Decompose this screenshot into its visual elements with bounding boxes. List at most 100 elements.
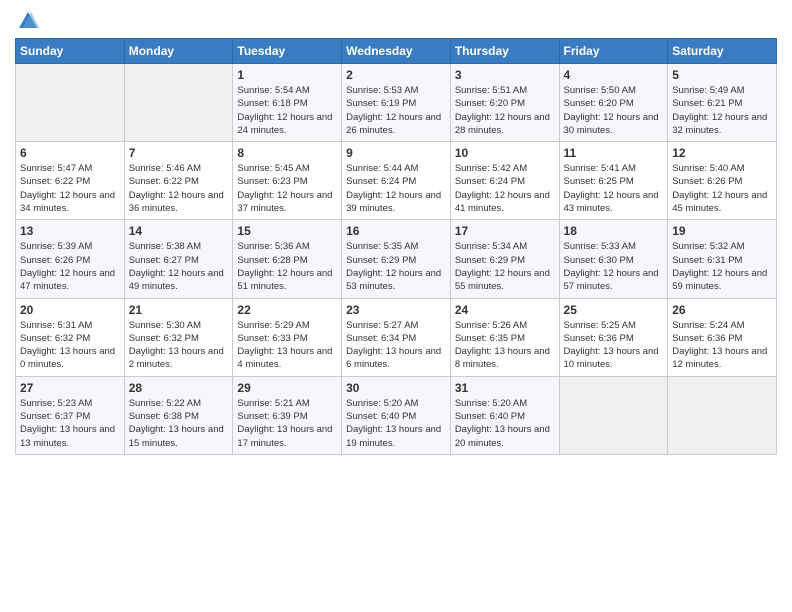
day-info: Sunrise: 5:23 AM Sunset: 6:37 PM Dayligh… <box>20 397 120 450</box>
calendar-cell: 10Sunrise: 5:42 AM Sunset: 6:24 PM Dayli… <box>450 142 559 220</box>
day-number: 21 <box>129 303 229 317</box>
day-info: Sunrise: 5:38 AM Sunset: 6:27 PM Dayligh… <box>129 240 229 293</box>
day-info: Sunrise: 5:22 AM Sunset: 6:38 PM Dayligh… <box>129 397 229 450</box>
calendar-cell: 31 Sunrise: 5:20 AM Sunset: 6:40 PM Dayli… <box>450 376 559 454</box>
day-of-week-header: Sunday <box>16 39 125 64</box>
calendar-cell: 17 Sunrise: 5:34 AM Sunset: 6:29 PM Dayli… <box>450 220 559 298</box>
calendar-cell: 19 Sunrise: 5:32 AM Sunset: 6:31 PM Dayli… <box>668 220 777 298</box>
day-number: 17 <box>455 224 555 238</box>
calendar-cell: 20 Sunrise: 5:31 AM Sunset: 6:32 PM Dayli… <box>16 298 125 376</box>
calendar-cell: 14 Sunrise: 5:38 AM Sunset: 6:27 PM Dayli… <box>124 220 233 298</box>
day-info: Sunrise: 5:51 AM Sunset: 6:20 PM Dayligh… <box>455 84 555 137</box>
calendar-cell: 11 Sunrise: 5:41 AM Sunset: 6:25 PM Dayli… <box>559 142 668 220</box>
calendar-cell: 26Sunrise: 5:24 AM Sunset: 6:36 PM Dayli… <box>668 298 777 376</box>
day-info: Sunrise: 5:50 AM Sunset: 6:20 PM Dayligh… <box>564 84 664 137</box>
day-info: Sunrise: 5:32 AM Sunset: 6:31 PM Dayligh… <box>672 240 772 293</box>
calendar-week-row: 13Sunrise: 5:39 AM Sunset: 6:26 PM Dayli… <box>16 220 777 298</box>
day-of-week-header: Thursday <box>450 39 559 64</box>
day-number: 18 <box>564 224 664 238</box>
day-number: 5 <box>672 68 772 82</box>
calendar-week-row: 1Sunrise: 5:54 AM Sunset: 6:18 PM Daylig… <box>16 64 777 142</box>
day-number: 20 <box>20 303 120 317</box>
day-info: Sunrise: 5:24 AM Sunset: 6:36 PM Dayligh… <box>672 319 772 372</box>
calendar-cell <box>668 376 777 454</box>
calendar-week-row: 27 Sunrise: 5:23 AM Sunset: 6:37 PM Dayli… <box>16 376 777 454</box>
day-of-week-header: Saturday <box>668 39 777 64</box>
calendar-cell: 1Sunrise: 5:54 AM Sunset: 6:18 PM Daylig… <box>233 64 342 142</box>
calendar-cell: 15 Sunrise: 5:36 AM Sunset: 6:28 PM Dayli… <box>233 220 342 298</box>
day-number: 9 <box>346 146 446 160</box>
logo-icon <box>17 10 39 32</box>
calendar-body: 1Sunrise: 5:54 AM Sunset: 6:18 PM Daylig… <box>16 64 777 455</box>
calendar-cell: 12 Sunrise: 5:40 AM Sunset: 6:26 PM Dayli… <box>668 142 777 220</box>
day-info: Sunrise: 5:36 AM Sunset: 6:28 PM Dayligh… <box>237 240 337 293</box>
calendar-cell: 8 Sunrise: 5:45 AM Sunset: 6:23 PM Daylig… <box>233 142 342 220</box>
day-info: Sunrise: 5:53 AM Sunset: 6:19 PM Dayligh… <box>346 84 446 137</box>
calendar-cell: 3 Sunrise: 5:51 AM Sunset: 6:20 PM Daylig… <box>450 64 559 142</box>
calendar-cell: 7 Sunrise: 5:46 AM Sunset: 6:22 PM Daylig… <box>124 142 233 220</box>
day-info: Sunrise: 5:35 AM Sunset: 6:29 PM Dayligh… <box>346 240 446 293</box>
day-number: 3 <box>455 68 555 82</box>
day-info: Sunrise: 5:29 AM Sunset: 6:33 PM Dayligh… <box>237 319 337 372</box>
calendar-cell: 25 Sunrise: 5:25 AM Sunset: 6:36 PM Dayli… <box>559 298 668 376</box>
day-number: 16 <box>346 224 446 238</box>
day-number: 27 <box>20 381 120 395</box>
day-info: Sunrise: 5:20 AM Sunset: 6:40 PM Dayligh… <box>455 397 555 450</box>
calendar-header-row: SundayMondayTuesdayWednesdayThursdayFrid… <box>16 39 777 64</box>
day-of-week-header: Tuesday <box>233 39 342 64</box>
calendar-cell: 27 Sunrise: 5:23 AM Sunset: 6:37 PM Dayli… <box>16 376 125 454</box>
calendar-cell: 28 Sunrise: 5:22 AM Sunset: 6:38 PM Dayli… <box>124 376 233 454</box>
day-number: 7 <box>129 146 229 160</box>
day-number: 22 <box>237 303 337 317</box>
calendar-week-row: 20 Sunrise: 5:31 AM Sunset: 6:32 PM Dayli… <box>16 298 777 376</box>
day-info: Sunrise: 5:39 AM Sunset: 6:26 PM Dayligh… <box>20 240 120 293</box>
day-number: 6 <box>20 146 120 160</box>
logo <box>15 10 39 32</box>
day-number: 15 <box>237 224 337 238</box>
calendar-cell: 6 Sunrise: 5:47 AM Sunset: 6:22 PM Daylig… <box>16 142 125 220</box>
day-info: Sunrise: 5:21 AM Sunset: 6:39 PM Dayligh… <box>237 397 337 450</box>
day-info: Sunrise: 5:47 AM Sunset: 6:22 PM Dayligh… <box>20 162 120 215</box>
calendar-week-row: 6 Sunrise: 5:47 AM Sunset: 6:22 PM Daylig… <box>16 142 777 220</box>
day-info: Sunrise: 5:46 AM Sunset: 6:22 PM Dayligh… <box>129 162 229 215</box>
day-number: 2 <box>346 68 446 82</box>
day-info: Sunrise: 5:25 AM Sunset: 6:36 PM Dayligh… <box>564 319 664 372</box>
day-number: 30 <box>346 381 446 395</box>
day-number: 25 <box>564 303 664 317</box>
day-info: Sunrise: 5:33 AM Sunset: 6:30 PM Dayligh… <box>564 240 664 293</box>
calendar-cell: 30 Sunrise: 5:20 AM Sunset: 6:40 PM Dayli… <box>342 376 451 454</box>
day-info: Sunrise: 5:40 AM Sunset: 6:26 PM Dayligh… <box>672 162 772 215</box>
calendar-cell: 4 Sunrise: 5:50 AM Sunset: 6:20 PM Daylig… <box>559 64 668 142</box>
calendar-cell: 21Sunrise: 5:30 AM Sunset: 6:32 PM Dayli… <box>124 298 233 376</box>
calendar-cell <box>124 64 233 142</box>
day-info: Sunrise: 5:54 AM Sunset: 6:18 PM Dayligh… <box>237 84 337 137</box>
calendar-table: SundayMondayTuesdayWednesdayThursdayFrid… <box>15 38 777 455</box>
day-info: Sunrise: 5:49 AM Sunset: 6:21 PM Dayligh… <box>672 84 772 137</box>
day-info: Sunrise: 5:34 AM Sunset: 6:29 PM Dayligh… <box>455 240 555 293</box>
day-info: Sunrise: 5:45 AM Sunset: 6:23 PM Dayligh… <box>237 162 337 215</box>
day-info: Sunrise: 5:31 AM Sunset: 6:32 PM Dayligh… <box>20 319 120 372</box>
day-number: 12 <box>672 146 772 160</box>
day-number: 19 <box>672 224 772 238</box>
calendar-cell: 16 Sunrise: 5:35 AM Sunset: 6:29 PM Dayli… <box>342 220 451 298</box>
day-of-week-header: Wednesday <box>342 39 451 64</box>
day-info: Sunrise: 5:41 AM Sunset: 6:25 PM Dayligh… <box>564 162 664 215</box>
day-info: Sunrise: 5:20 AM Sunset: 6:40 PM Dayligh… <box>346 397 446 450</box>
day-number: 23 <box>346 303 446 317</box>
calendar-cell: 22 Sunrise: 5:29 AM Sunset: 6:33 PM Dayli… <box>233 298 342 376</box>
calendar-cell: 9 Sunrise: 5:44 AM Sunset: 6:24 PM Daylig… <box>342 142 451 220</box>
day-of-week-header: Monday <box>124 39 233 64</box>
day-number: 29 <box>237 381 337 395</box>
day-info: Sunrise: 5:44 AM Sunset: 6:24 PM Dayligh… <box>346 162 446 215</box>
day-number: 28 <box>129 381 229 395</box>
day-number: 8 <box>237 146 337 160</box>
calendar-cell: 18 Sunrise: 5:33 AM Sunset: 6:30 PM Dayli… <box>559 220 668 298</box>
day-number: 14 <box>129 224 229 238</box>
calendar-cell: 23Sunrise: 5:27 AM Sunset: 6:34 PM Dayli… <box>342 298 451 376</box>
day-number: 31 <box>455 381 555 395</box>
day-number: 4 <box>564 68 664 82</box>
calendar-cell <box>559 376 668 454</box>
calendar-cell: 5 Sunrise: 5:49 AM Sunset: 6:21 PM Daylig… <box>668 64 777 142</box>
calendar-cell: 24Sunrise: 5:26 AM Sunset: 6:35 PM Dayli… <box>450 298 559 376</box>
day-number: 11 <box>564 146 664 160</box>
